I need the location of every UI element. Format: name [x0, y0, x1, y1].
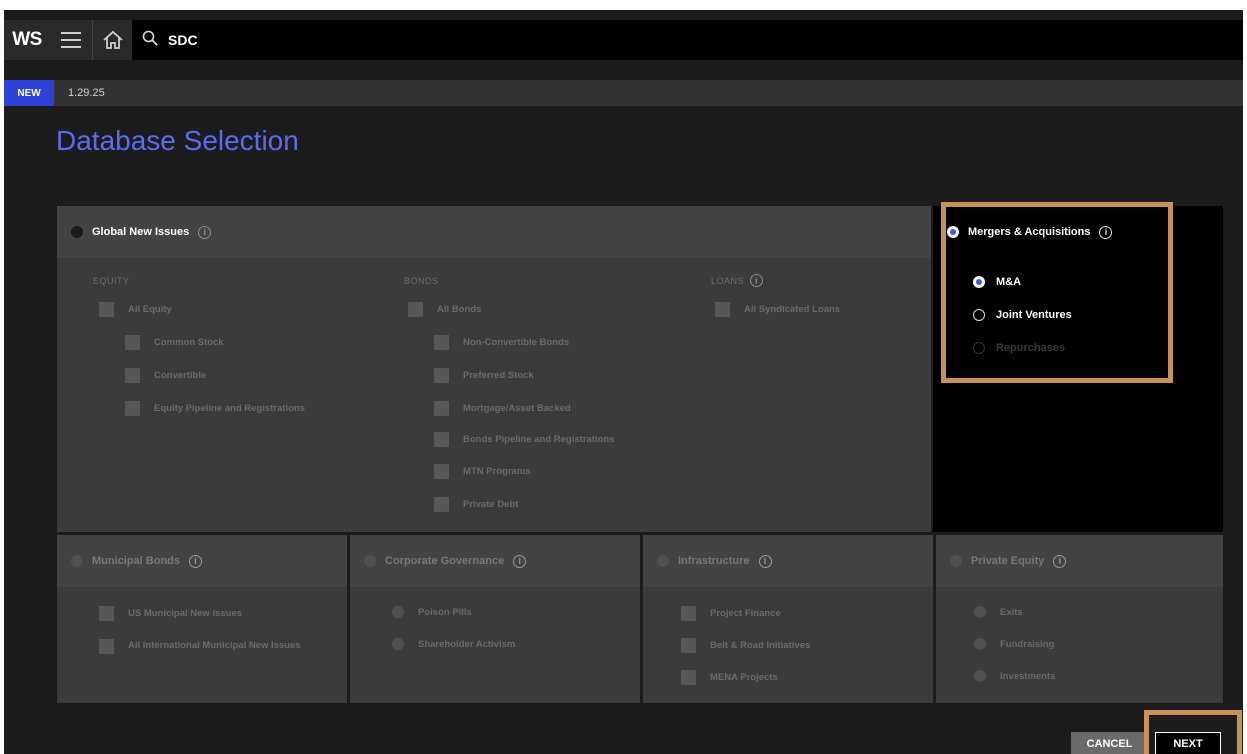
option-fundraising[interactable]: Fundraising	[974, 638, 1054, 650]
municipal-bonds-header[interactable]: Municipal Bonds i	[57, 535, 347, 587]
info-icon[interactable]: i	[1099, 225, 1113, 239]
home-icon[interactable]	[92, 20, 132, 60]
option-investments[interactable]: Investments	[974, 670, 1055, 682]
info-icon[interactable]: i	[198, 225, 212, 239]
ws-logo: WS	[12, 29, 42, 50]
checkbox-common-stock[interactable]: Common Stock	[125, 335, 224, 350]
checkbox-all-equity[interactable]: All Equity	[99, 302, 172, 317]
option-shareholder-activism[interactable]: Shareholder Activism	[392, 638, 515, 650]
checkbox-us-municipal-new-issues[interactable]: US Municipal New Issues	[99, 606, 242, 621]
version-bar: NEW 1.29.25	[4, 80, 1243, 106]
private-equity-radio[interactable]	[950, 555, 962, 567]
equity-heading: EQUITY	[93, 276, 130, 286]
search-bar[interactable]	[132, 20, 1243, 60]
corporate-governance-radio[interactable]	[364, 555, 376, 567]
checkbox-bonds-pipeline[interactable]: Bonds Pipeline and Registrations	[434, 432, 615, 447]
version-label: 1.29.25	[68, 87, 105, 99]
checkbox-mortgage-asset-backed[interactable]: Mortgage/Asset Backed	[434, 401, 571, 416]
mergers-acquisitions-header[interactable]: Mergers & Acquisitions i	[933, 206, 1223, 258]
top-bar: WS	[4, 20, 1243, 60]
global-new-issues-radio[interactable]	[71, 226, 83, 238]
infrastructure-panel: Infrastructure i Project Finance Belt & …	[643, 535, 933, 703]
mergers-acquisitions-radio[interactable]	[947, 226, 959, 238]
option-ma[interactable]: M&A	[973, 276, 1021, 288]
municipal-bonds-panel: Municipal Bonds i US Municipal New Issue…	[57, 535, 347, 703]
global-new-issues-header[interactable]: Global New Issues i	[57, 206, 931, 258]
corporate-governance-header[interactable]: Corporate Governance i	[350, 535, 640, 587]
info-icon[interactable]: i	[1053, 554, 1067, 568]
option-exits[interactable]: Exits	[974, 606, 1023, 618]
info-icon[interactable]: i	[750, 274, 764, 287]
hamburger-menu-icon[interactable]	[50, 20, 92, 60]
municipal-bonds-radio[interactable]	[71, 555, 83, 567]
page-title: Database Selection	[56, 125, 299, 156]
option-repurchases[interactable]: Repurchases	[973, 342, 1065, 354]
checkbox-international-municipal[interactable]: All International Municipal New Issues	[99, 638, 329, 654]
checkbox-all-syndicated-loans[interactable]: All Syndicated Loans	[715, 302, 840, 317]
checkbox-all-bonds[interactable]: All Bonds	[408, 302, 481, 317]
bonds-heading: BONDS	[404, 276, 439, 286]
infrastructure-header[interactable]: Infrastructure i	[643, 535, 933, 587]
info-icon[interactable]: i	[758, 554, 772, 568]
next-button[interactable]: NEXT	[1155, 732, 1221, 754]
infrastructure-radio[interactable]	[657, 555, 669, 567]
mergers-acquisitions-panel: Mergers & Acquisitions i M&A Joint Ventu…	[933, 206, 1223, 532]
checkbox-belt-road[interactable]: Belt & Road Initiatives	[681, 638, 810, 653]
checkbox-project-finance[interactable]: Project Finance	[681, 606, 781, 621]
option-joint-ventures[interactable]: Joint Ventures	[973, 309, 1072, 321]
search-icon	[142, 30, 158, 51]
checkbox-private-debt[interactable]: Private Debt	[434, 497, 518, 512]
info-icon[interactable]: i	[513, 554, 527, 568]
cancel-button[interactable]: CANCEL	[1071, 732, 1148, 754]
checkbox-preferred-stock[interactable]: Preferred Stock	[434, 368, 534, 383]
checkbox-non-convertible-bonds[interactable]: Non-Convertible Bonds	[434, 335, 569, 350]
checkbox-mtn-programs[interactable]: MTN Programs	[434, 464, 531, 479]
checkbox-equity-pipeline[interactable]: Equity Pipeline and Registrations	[125, 401, 305, 416]
checkbox-convertible[interactable]: Convertible	[125, 368, 206, 383]
loans-heading: LOANS i	[711, 274, 764, 287]
mergers-acquisitions-label: Mergers & Acquisitions	[968, 226, 1091, 238]
corporate-governance-panel: Corporate Governance i Poison Pills Shar…	[350, 535, 640, 703]
search-input[interactable]	[168, 32, 468, 48]
private-equity-panel: Private Equity i Exits Fundraising Inves…	[936, 535, 1223, 703]
global-new-issues-label: Global New Issues	[92, 226, 190, 238]
global-new-issues-panel: Global New Issues i EQUITY All Equity Co…	[57, 206, 931, 532]
checkbox-mena-projects[interactable]: MENA Projects	[681, 670, 778, 685]
new-badge: NEW	[4, 80, 54, 106]
option-poison-pills[interactable]: Poison Pills	[392, 606, 472, 618]
private-equity-header[interactable]: Private Equity i	[936, 535, 1223, 587]
info-icon[interactable]: i	[189, 554, 202, 568]
app-window: WS NEW 1.29.25 Database Selection Global…	[4, 0, 1243, 754]
